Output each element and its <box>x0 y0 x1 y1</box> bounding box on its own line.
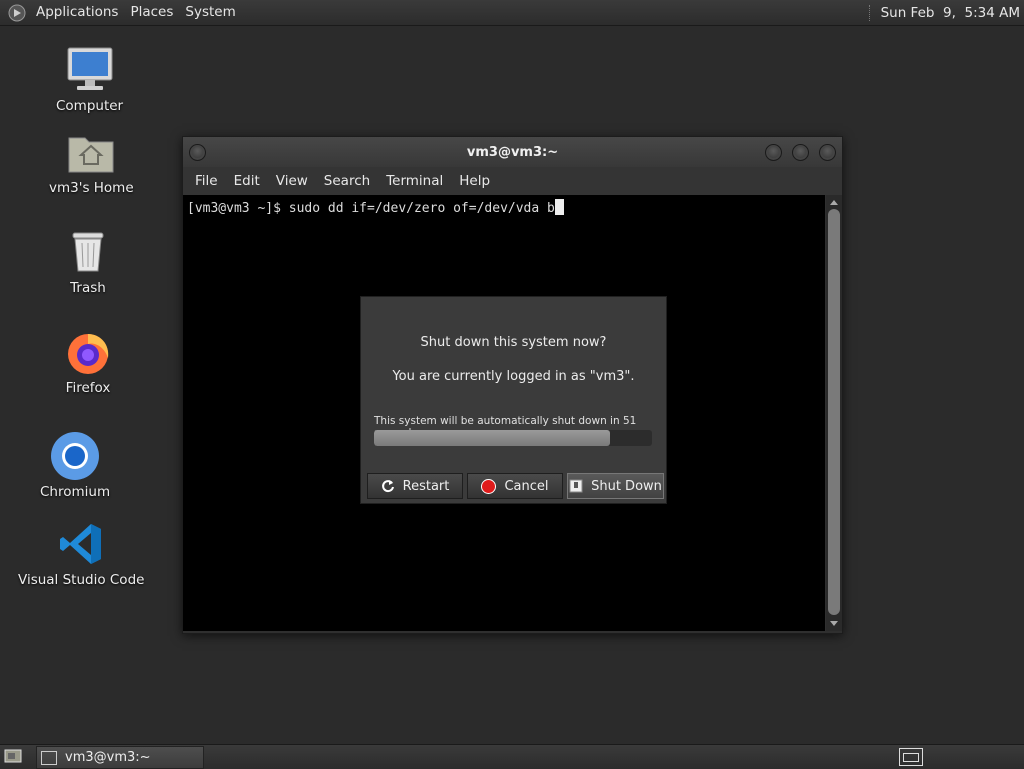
minimize-button[interactable] <box>765 144 782 161</box>
cancel-button[interactable]: Cancel <box>467 473 563 499</box>
firefox-icon <box>62 326 114 378</box>
desktop-icon-chromium[interactable]: Chromium <box>40 430 110 500</box>
desktop-icon-label: Computer <box>56 98 124 114</box>
menu-edit[interactable]: Edit <box>226 173 268 189</box>
restart-icon <box>381 480 394 493</box>
shutdown-label: Shut Down <box>591 478 662 494</box>
clock[interactable]: Sun Feb 9, 5:34 AM <box>881 5 1024 21</box>
cancel-label: Cancel <box>504 478 549 494</box>
dialog-buttons: Restart Cancel Shut Down <box>367 473 664 499</box>
dialog-question: Shut down this system now? <box>420 335 607 350</box>
shutdown-button[interactable]: Shut Down <box>567 473 664 499</box>
scroll-thumb[interactable] <box>828 209 840 615</box>
desktop-icon-computer[interactable]: Computer <box>56 44 123 114</box>
desktop-icon-label: Chromium <box>40 484 111 500</box>
desktop-icon-label: Firefox <box>65 380 111 396</box>
terminal-icon <box>41 750 57 765</box>
desktop-icon-label: Visual Studio Code <box>18 572 145 588</box>
menu-file[interactable]: File <box>187 173 226 189</box>
desktop-icon-label: vm3's Home <box>49 180 134 196</box>
top-menus: Applications Places System <box>0 0 242 25</box>
desktop-icon-label: Trash <box>70 280 106 296</box>
desktop-icon-firefox[interactable]: Firefox <box>62 326 114 396</box>
menu-terminal[interactable]: Terminal <box>378 173 451 189</box>
menu-places[interactable]: Places <box>124 0 179 25</box>
terminal-scrollbar[interactable] <box>826 195 842 631</box>
taskbar-terminal-button[interactable]: vm3@vm3:~ <box>36 746 204 769</box>
shutdown-progress-bar <box>374 430 652 446</box>
window-menu-button[interactable] <box>189 144 206 161</box>
shutdown-dialog: Shut down this system now? You are curre… <box>360 296 667 504</box>
text-cursor <box>554 199 564 215</box>
window-titlebar[interactable]: vm3@vm3:~ <box>183 137 842 167</box>
vscode-icon <box>55 518 107 570</box>
window-title: vm3@vm3:~ <box>466 144 559 160</box>
menu-help[interactable]: Help <box>451 173 498 189</box>
computer-icon <box>64 44 116 96</box>
progress-fill <box>374 430 611 446</box>
taskbar-window-title: vm3@vm3:~ <box>65 750 151 765</box>
workspace-switcher-icon[interactable] <box>899 748 923 766</box>
chromium-icon <box>49 430 101 482</box>
dialog-logged-in-text: You are currently logged in as "vm3". <box>392 369 635 384</box>
panel-separator <box>868 4 873 21</box>
menu-system[interactable]: System <box>179 0 241 25</box>
bottom-panel: vm3@vm3:~ <box>0 744 1024 769</box>
desktop-icon-trash[interactable]: Trash <box>62 226 114 296</box>
close-button[interactable] <box>819 144 836 161</box>
shutdown-icon <box>569 479 583 493</box>
restart-button[interactable]: Restart <box>367 473 463 499</box>
top-panel-right: Sun Feb 9, 5:34 AM <box>868 0 1024 25</box>
menu-view[interactable]: View <box>268 173 316 189</box>
prompt-text: [vm3@vm3 ~]$ sudo dd if=/dev/zero of=/de… <box>187 201 555 216</box>
terminal-line: [vm3@vm3 ~]$ sudo dd if=/dev/zero of=/de… <box>187 199 564 216</box>
trash-icon <box>62 226 114 278</box>
scroll-up-icon[interactable] <box>830 200 838 205</box>
distro-logo-icon[interactable] <box>8 4 26 22</box>
scroll-down-icon[interactable] <box>830 621 838 626</box>
terminal-menubar: File Edit View Search Terminal Help <box>183 167 842 195</box>
menu-applications[interactable]: Applications <box>30 0 124 25</box>
maximize-button[interactable] <box>792 144 809 161</box>
menu-search[interactable]: Search <box>316 173 378 189</box>
top-panel: Applications Places System Sun Feb 9, 5:… <box>0 0 1024 26</box>
restart-label: Restart <box>402 478 450 494</box>
desktop-icon-home[interactable]: vm3's Home <box>49 126 134 196</box>
cancel-icon <box>481 478 497 494</box>
desktop-icon-vscode[interactable]: Visual Studio Code <box>18 518 144 588</box>
home-folder-icon <box>65 126 117 178</box>
show-desktop-icon[interactable] <box>4 749 22 763</box>
